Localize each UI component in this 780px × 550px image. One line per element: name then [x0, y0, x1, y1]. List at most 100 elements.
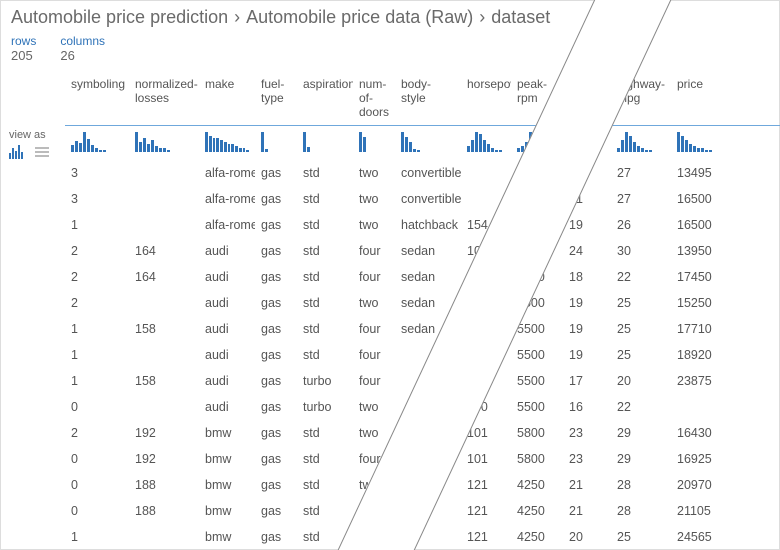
- cell-rpm: 5500: [511, 290, 563, 316]
- cell-make: audi: [199, 264, 255, 290]
- cell-fuel: gas: [255, 264, 297, 290]
- column-header-rpm[interactable]: peak-rpm: [511, 77, 563, 119]
- cell-rpm: 5000: [511, 186, 563, 212]
- cell-make: alfa-romero: [199, 160, 255, 186]
- table-row[interactable]: 0audigasturbotwo16055001622: [65, 394, 780, 420]
- cell-make: bmw: [199, 524, 255, 550]
- cell-symboling: 1: [65, 212, 129, 238]
- cell-nl: [129, 394, 199, 420]
- column-header-symboling[interactable]: symboling: [65, 77, 129, 119]
- cell-body: [395, 524, 461, 550]
- breadcrumb-item[interactable]: Automobile price data (Raw): [246, 7, 473, 27]
- cell-asp: turbo: [297, 368, 353, 394]
- cell-nl: [129, 212, 199, 238]
- breadcrumb-item[interactable]: dataset: [491, 7, 550, 27]
- table-row[interactable]: 3alfa-romerogasstdtwoconvertible50002127…: [65, 186, 780, 212]
- cell-nl: 164: [129, 238, 199, 264]
- breadcrumb-sep: ›: [234, 7, 240, 27]
- column-header-hwy[interactable]: highway-mpg: [611, 77, 671, 119]
- cell-body: [395, 342, 461, 368]
- cell-hwy: 20: [611, 368, 671, 394]
- table-row[interactable]: 0188bmwgasstdfour1214250212821105: [65, 498, 780, 524]
- cell-city: 24: [563, 238, 611, 264]
- column-header-hp[interactable]: horsepower: [461, 77, 511, 119]
- cell-price: 20970: [671, 472, 727, 498]
- cell-city: 21: [563, 160, 611, 186]
- cell-doors: four: [353, 446, 395, 472]
- cell-body: convertible: [395, 186, 461, 212]
- cell-hp: 121: [461, 472, 511, 498]
- cell-nl: [129, 524, 199, 550]
- dataset-viewer: Automobile price prediction › Automobile p…: [0, 0, 780, 550]
- cell-asp: std: [297, 212, 353, 238]
- column-header-make[interactable]: make: [199, 77, 255, 119]
- cell-doors: four: [353, 342, 395, 368]
- column-header-nl[interactable]: normalized-losses: [129, 77, 199, 119]
- table-row[interactable]: 1audigasstdfour1105500192518920: [65, 342, 780, 368]
- table-row[interactable]: 3alfa-romerogasstdtwoconvertible50002127…: [65, 160, 780, 186]
- cell-city: 18: [563, 264, 611, 290]
- table-row[interactable]: 1alfa-romerogasstdtwohatchback1545000192…: [65, 212, 780, 238]
- view-as-list-icon[interactable]: [31, 145, 49, 159]
- cell-doors: two: [353, 212, 395, 238]
- table-row[interactable]: 1158audigasturbofour1405500172023875: [65, 368, 780, 394]
- cell-nl: 158: [129, 316, 199, 342]
- table-row[interactable]: 2164audigasstdfoursedan1025500243013950: [65, 238, 780, 264]
- cell-nl: 188: [129, 498, 199, 524]
- meta-row: rows 205 columns 26: [1, 32, 780, 73]
- cell-nl: 164: [129, 264, 199, 290]
- cell-body: sedan: [395, 238, 461, 264]
- sparkline-hp: [461, 132, 511, 152]
- cell-price: 17450: [671, 264, 727, 290]
- cell-city: 21: [563, 186, 611, 212]
- cell-price: 23875: [671, 368, 727, 394]
- cell-price: 18920: [671, 342, 727, 368]
- cell-price: 16500: [671, 212, 727, 238]
- cell-make: audi: [199, 342, 255, 368]
- cell-city: 23: [563, 446, 611, 472]
- cell-hwy: 22: [611, 264, 671, 290]
- column-header-price[interactable]: price: [671, 77, 727, 119]
- table-row[interactable]: 1bmwgasstdfour1214250202524565: [65, 524, 780, 550]
- cell-fuel: gas: [255, 160, 297, 186]
- cell-city: 20: [563, 524, 611, 550]
- cell-rpm: 4250: [511, 524, 563, 550]
- cell-price: 17710: [671, 316, 727, 342]
- cell-asp: std: [297, 446, 353, 472]
- cell-city: 19: [563, 290, 611, 316]
- view-as-histogram-icon[interactable]: [9, 145, 27, 159]
- cell-nl: [129, 186, 199, 212]
- table-row[interactable]: 2164audigasstdfoursedan1155500182217450: [65, 264, 780, 290]
- table-row[interactable]: 2audigasstdtwosedan1105500192515250: [65, 290, 780, 316]
- cell-rpm: 5000: [511, 160, 563, 186]
- cell-price: 15250: [671, 290, 727, 316]
- cell-rpm: 5500: [511, 264, 563, 290]
- cell-doors: two: [353, 472, 395, 498]
- cell-city: 21: [563, 498, 611, 524]
- column-header-city[interactable]: city-mpg: [563, 77, 611, 119]
- cell-symboling: 0: [65, 498, 129, 524]
- table-row[interactable]: 0192bmwgasstdfour1015800232916925: [65, 446, 780, 472]
- breadcrumb-item[interactable]: Automobile price prediction: [11, 7, 228, 27]
- cell-asp: std: [297, 524, 353, 550]
- cell-rpm: 5500: [511, 342, 563, 368]
- column-header-asp[interactable]: aspiration: [297, 77, 353, 119]
- rows-label: rows: [11, 34, 36, 48]
- table-row[interactable]: 0188bmwgasstdtwo1214250212820970: [65, 472, 780, 498]
- cell-hp: 160: [461, 394, 511, 420]
- column-header-fuel[interactable]: fuel-type: [255, 77, 297, 119]
- cell-doors: two: [353, 186, 395, 212]
- column-header-doors[interactable]: num-of-doors: [353, 77, 395, 119]
- cell-asp: std: [297, 264, 353, 290]
- table-row[interactable]: 2192bmwgasstdtwo1015800232916430: [65, 420, 780, 446]
- sparkline-nl: [129, 132, 199, 152]
- rows-value: 205: [11, 48, 36, 63]
- table-row[interactable]: 1158audigasstdfoursedan1105500192517710: [65, 316, 780, 342]
- cell-asp: std: [297, 472, 353, 498]
- sparkline-hwy: [611, 132, 671, 152]
- cell-hp: 140: [461, 368, 511, 394]
- cell-fuel: gas: [255, 316, 297, 342]
- column-header-body[interactable]: body-style: [395, 77, 461, 119]
- columns-label: columns: [60, 34, 105, 48]
- sparkline-rpm: [511, 132, 563, 152]
